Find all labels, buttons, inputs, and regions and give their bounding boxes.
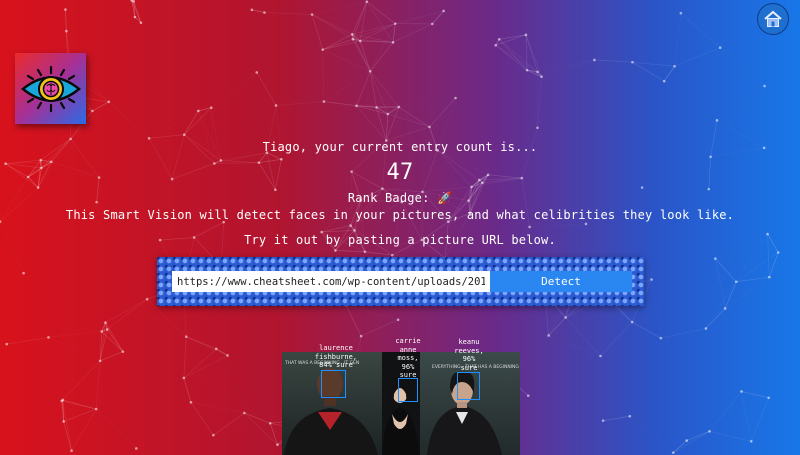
rocket-icon: 🚀 (436, 191, 453, 205)
detect-button[interactable]: Detect (490, 271, 632, 292)
instruction-text: Try it out by pasting a picture URL belo… (244, 233, 556, 247)
face-label: keanu reeves, 96% sure (454, 338, 484, 372)
image-url-input[interactable] (172, 271, 490, 292)
rank-badge: Rank Badge: 🚀 (0, 191, 800, 205)
greeting-text: Tiago, your current entry count is... (262, 140, 538, 154)
app-description: This Smart Vision will detect faces in y… (65, 208, 735, 222)
url-form: Detect (157, 257, 644, 306)
rank-badge-label: Rank Badge: (347, 191, 430, 205)
app-logo[interactable] (15, 53, 86, 124)
face-box (398, 378, 418, 402)
entry-count: 47 (386, 160, 414, 185)
home-button[interactable] (757, 3, 789, 35)
face-label: laurence fishburne, 84% sure (314, 344, 358, 369)
face-box (321, 370, 346, 398)
face-box (457, 372, 480, 400)
face-label: carrie anne moss, 96% sure (395, 337, 421, 379)
brain-eye-icon (20, 65, 81, 112)
home-icon (764, 10, 782, 27)
